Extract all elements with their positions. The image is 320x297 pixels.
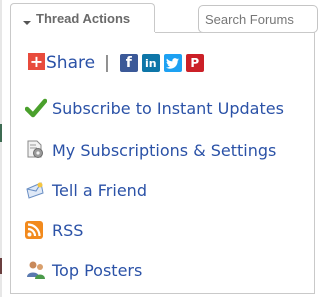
menu-item-subscribe[interactable]: Subscribe to Instant Updates: [25, 96, 284, 120]
facebook-icon[interactable]: f: [119, 54, 138, 72]
share-label[interactable]: Share: [46, 53, 95, 73]
share-plus-icon[interactable]: +: [28, 52, 45, 70]
menu-item-label: RSS: [52, 220, 84, 240]
menu-tab-join: [11, 32, 155, 34]
menu-item-label: Tell a Friend: [52, 180, 147, 200]
rss-icon: [25, 219, 47, 241]
share-row: + Share | f in P: [28, 52, 208, 74]
envelope-icon: [25, 179, 47, 201]
twitter-bird-glyph: [166, 57, 180, 69]
menu-item-rss[interactable]: RSS: [25, 218, 83, 242]
thread-actions-label: Thread Actions: [36, 11, 131, 26]
menu-item-tell-a-friend[interactable]: Tell a Friend: [25, 178, 147, 202]
left-edge-marker: [0, 258, 2, 274]
menu-item-top-posters[interactable]: Top Posters: [25, 258, 142, 282]
menu-item-label: Subscribe to Instant Updates: [52, 98, 284, 118]
thread-actions-button[interactable]: Thread Actions: [10, 3, 155, 33]
share-separator: |: [104, 53, 110, 73]
subscription-settings-icon: [25, 139, 47, 161]
linkedin-icon[interactable]: in: [141, 54, 160, 72]
pinterest-icon[interactable]: P: [185, 54, 204, 72]
left-edge-marker: [0, 124, 2, 142]
search-forums-input[interactable]: [198, 5, 318, 33]
caret-down-icon: [23, 20, 31, 25]
left-edge: [0, 0, 2, 297]
menu-item-label: Top Posters: [52, 260, 143, 280]
thread-actions-menu: + Share | f in P Subscribe to Instant Up…: [10, 32, 315, 294]
menu-item-subscriptions-settings[interactable]: My Subscriptions & Settings: [25, 138, 276, 162]
menu-item-label: My Subscriptions & Settings: [52, 140, 277, 160]
checkmark-icon: [25, 97, 47, 119]
twitter-icon[interactable]: [163, 54, 182, 72]
top-posters-icon: [25, 259, 47, 281]
